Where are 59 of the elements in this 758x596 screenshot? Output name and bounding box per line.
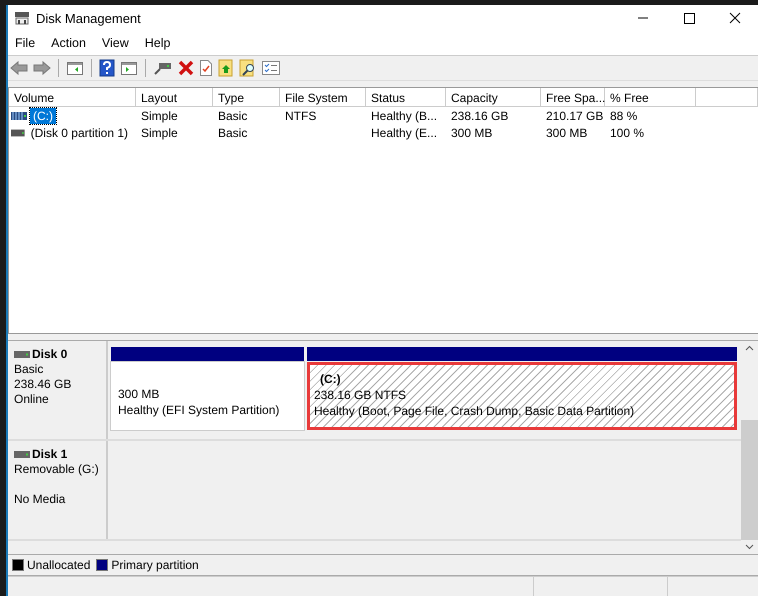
table-cell: Healthy (B... — [371, 108, 438, 122]
partition-status: Healthy (EFI System Partition) — [118, 402, 280, 418]
column-header[interactable]: % Free — [605, 88, 696, 107]
table-cell: Basic — [218, 126, 248, 140]
table-cell: Simple — [141, 126, 178, 140]
menu-item[interactable]: View — [94, 36, 137, 50]
menu-item[interactable]: Help — [136, 36, 178, 50]
table-cell: 238.16 GB — [451, 108, 508, 122]
checklist-icon[interactable] — [262, 61, 280, 75]
volume-icon — [11, 112, 27, 120]
column-header[interactable]: Status — [366, 88, 446, 107]
table-cell: NTFS — [285, 108, 316, 122]
partition-block[interactable]: 300 MB Healthy (EFI System Partition) — [111, 362, 304, 430]
column-header[interactable]: Capacity — [446, 88, 541, 107]
partition-block[interactable]: (C:) 238.16 GB NTFS Healthy (Boot, Page File, Crash Dump, Basic Data Partition) — [307, 362, 737, 430]
forward-arrow-icon[interactable] — [33, 60, 51, 76]
checked-document-icon[interactable] — [199, 60, 213, 76]
menu-item[interactable]: Action — [43, 36, 94, 50]
help-icon[interactable] — [99, 59, 115, 77]
column-header[interactable]: Type — [213, 88, 280, 107]
disk-name: Disk 1 — [32, 447, 68, 462]
table-cell: 100 % — [610, 126, 644, 140]
column-header[interactable]: Volume — [9, 88, 136, 107]
disk-status: Online — [14, 392, 50, 407]
folder-search-icon[interactable] — [239, 59, 257, 77]
connect-drive-icon[interactable] — [153, 60, 173, 76]
empty-column-header — [696, 88, 758, 107]
drive-entry[interactable]: (Disk 0 partition 1) — [28, 124, 131, 140]
table-cell: 300 MB — [451, 126, 492, 140]
table-cell: 88 % — [610, 108, 638, 122]
table-cell: 300 MB — [546, 126, 588, 140]
legend-label: Primary partition — [111, 558, 199, 572]
action-pane-icon[interactable] — [120, 60, 138, 76]
legend-label: Unallocated — [27, 558, 90, 572]
column-header[interactable]: Free Spa... — [541, 88, 605, 107]
drive-entry[interactable]: (C:) — [30, 108, 56, 124]
disk-type: Removable (G:) — [14, 462, 100, 477]
volume-icon — [11, 128, 25, 136]
table-cell: Basic — [218, 108, 248, 122]
table-cell: Healthy (E... — [371, 126, 438, 140]
partition-label: (C:) — [319, 371, 342, 387]
back-arrow-icon[interactable] — [10, 60, 28, 76]
table-cell: Simple — [141, 108, 178, 122]
table-cell: 210.17 GB — [546, 108, 604, 122]
disk-name: Disk 0 — [32, 347, 68, 362]
partition-size: 238.16 GB NTFS — [314, 387, 408, 403]
delete-icon[interactable] — [178, 60, 194, 76]
disk-drive-icon — [14, 11, 30, 25]
console-tree-icon[interactable] — [66, 60, 84, 76]
disk-type: Basic — [14, 362, 44, 377]
disk-size: 238.46 GB — [14, 377, 72, 392]
column-header[interactable]: File System — [280, 88, 366, 107]
partition-status: Healthy (Boot, Page File, Crash Dump, Basic Data Partition) — [314, 403, 636, 419]
disk-status: No Media — [14, 492, 66, 507]
window-title: Disk Management — [36, 10, 142, 26]
folder-up-icon[interactable] — [218, 59, 234, 77]
menu-item[interactable]: File — [8, 36, 44, 50]
partition-size: 300 MB — [118, 386, 160, 402]
column-header[interactable]: Layout — [136, 88, 213, 107]
